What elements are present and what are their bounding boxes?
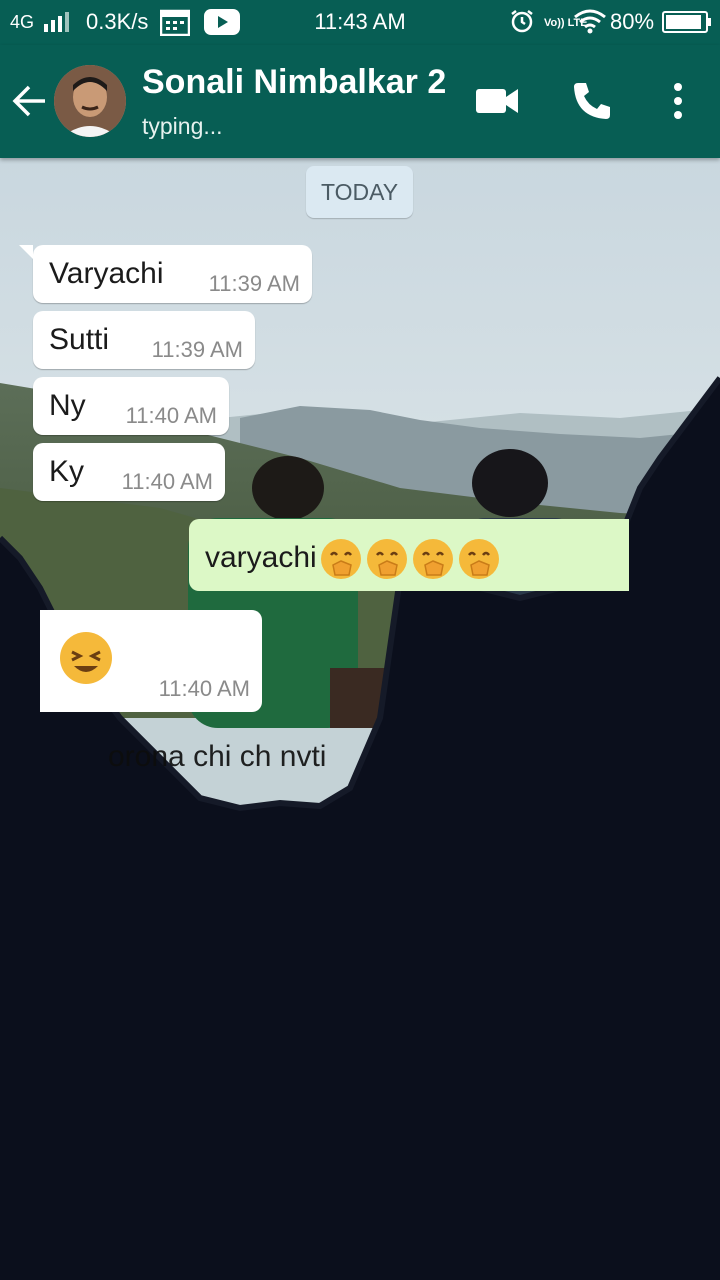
incoming-message[interactable]: 11:40 AM <box>40 610 262 712</box>
video-call-icon[interactable] <box>474 83 520 119</box>
message-time: 11:39 AM <box>208 271 300 296</box>
overlay-caption: orona chi ch nvti <box>108 740 327 773</box>
incoming-message[interactable]: Varyachi 11:39 AM <box>19 245 312 303</box>
outgoing-message[interactable]: varyachi <box>189 519 629 591</box>
chat-screen: 4G 0.3K/s 11:43 AM Vo)) LTE 80% Sonali N… <box>0 0 720 1280</box>
message-text: Sutti <box>49 323 110 356</box>
status-bar: 4G 0.3K/s 11:43 AM Vo)) LTE 80% <box>0 0 720 45</box>
back-arrow-icon[interactable] <box>12 83 48 119</box>
voice-call-icon[interactable] <box>570 79 614 123</box>
message-text: Varyachi <box>49 257 164 290</box>
message-time: 11:40 AM <box>125 403 217 428</box>
incoming-message[interactable]: Ky 11:40 AM <box>33 443 225 501</box>
message-time: 11:40 AM <box>158 676 250 701</box>
contact-avatar[interactable] <box>54 65 126 137</box>
message-text: varyachi <box>205 537 501 581</box>
alarm-icon <box>510 9 534 38</box>
wifi-icon <box>574 8 606 39</box>
hand-over-mouth-emoji-icon <box>412 539 453 579</box>
date-divider: TODAY <box>306 166 413 218</box>
chat-header: Sonali Nimbalkar 2 typing... <box>0 45 720 158</box>
battery-percent: 80% <box>610 9 655 34</box>
hand-over-mouth-emoji-icon <box>366 539 407 579</box>
message-text-content: varyachi <box>205 540 317 574</box>
message-time: 11:40 AM <box>121 469 213 494</box>
incoming-message[interactable]: Ny 11:40 AM <box>33 377 229 435</box>
contact-name[interactable]: Sonali Nimbalkar 2 <box>142 63 446 102</box>
battery-icon <box>662 11 712 38</box>
bubble-tail <box>19 245 33 259</box>
message-text: Ky <box>49 455 85 488</box>
hand-over-mouth-emoji-icon <box>458 539 499 579</box>
message-time: 11:39 AM <box>151 337 243 362</box>
more-options-icon[interactable] <box>664 79 692 123</box>
message-text: Ny <box>49 389 86 422</box>
incoming-message[interactable]: Sutti 11:39 AM <box>33 311 255 369</box>
laughing-emoji-icon <box>60 632 112 684</box>
contact-status: typing... <box>142 113 223 139</box>
hand-over-mouth-emoji-icon <box>320 539 361 579</box>
